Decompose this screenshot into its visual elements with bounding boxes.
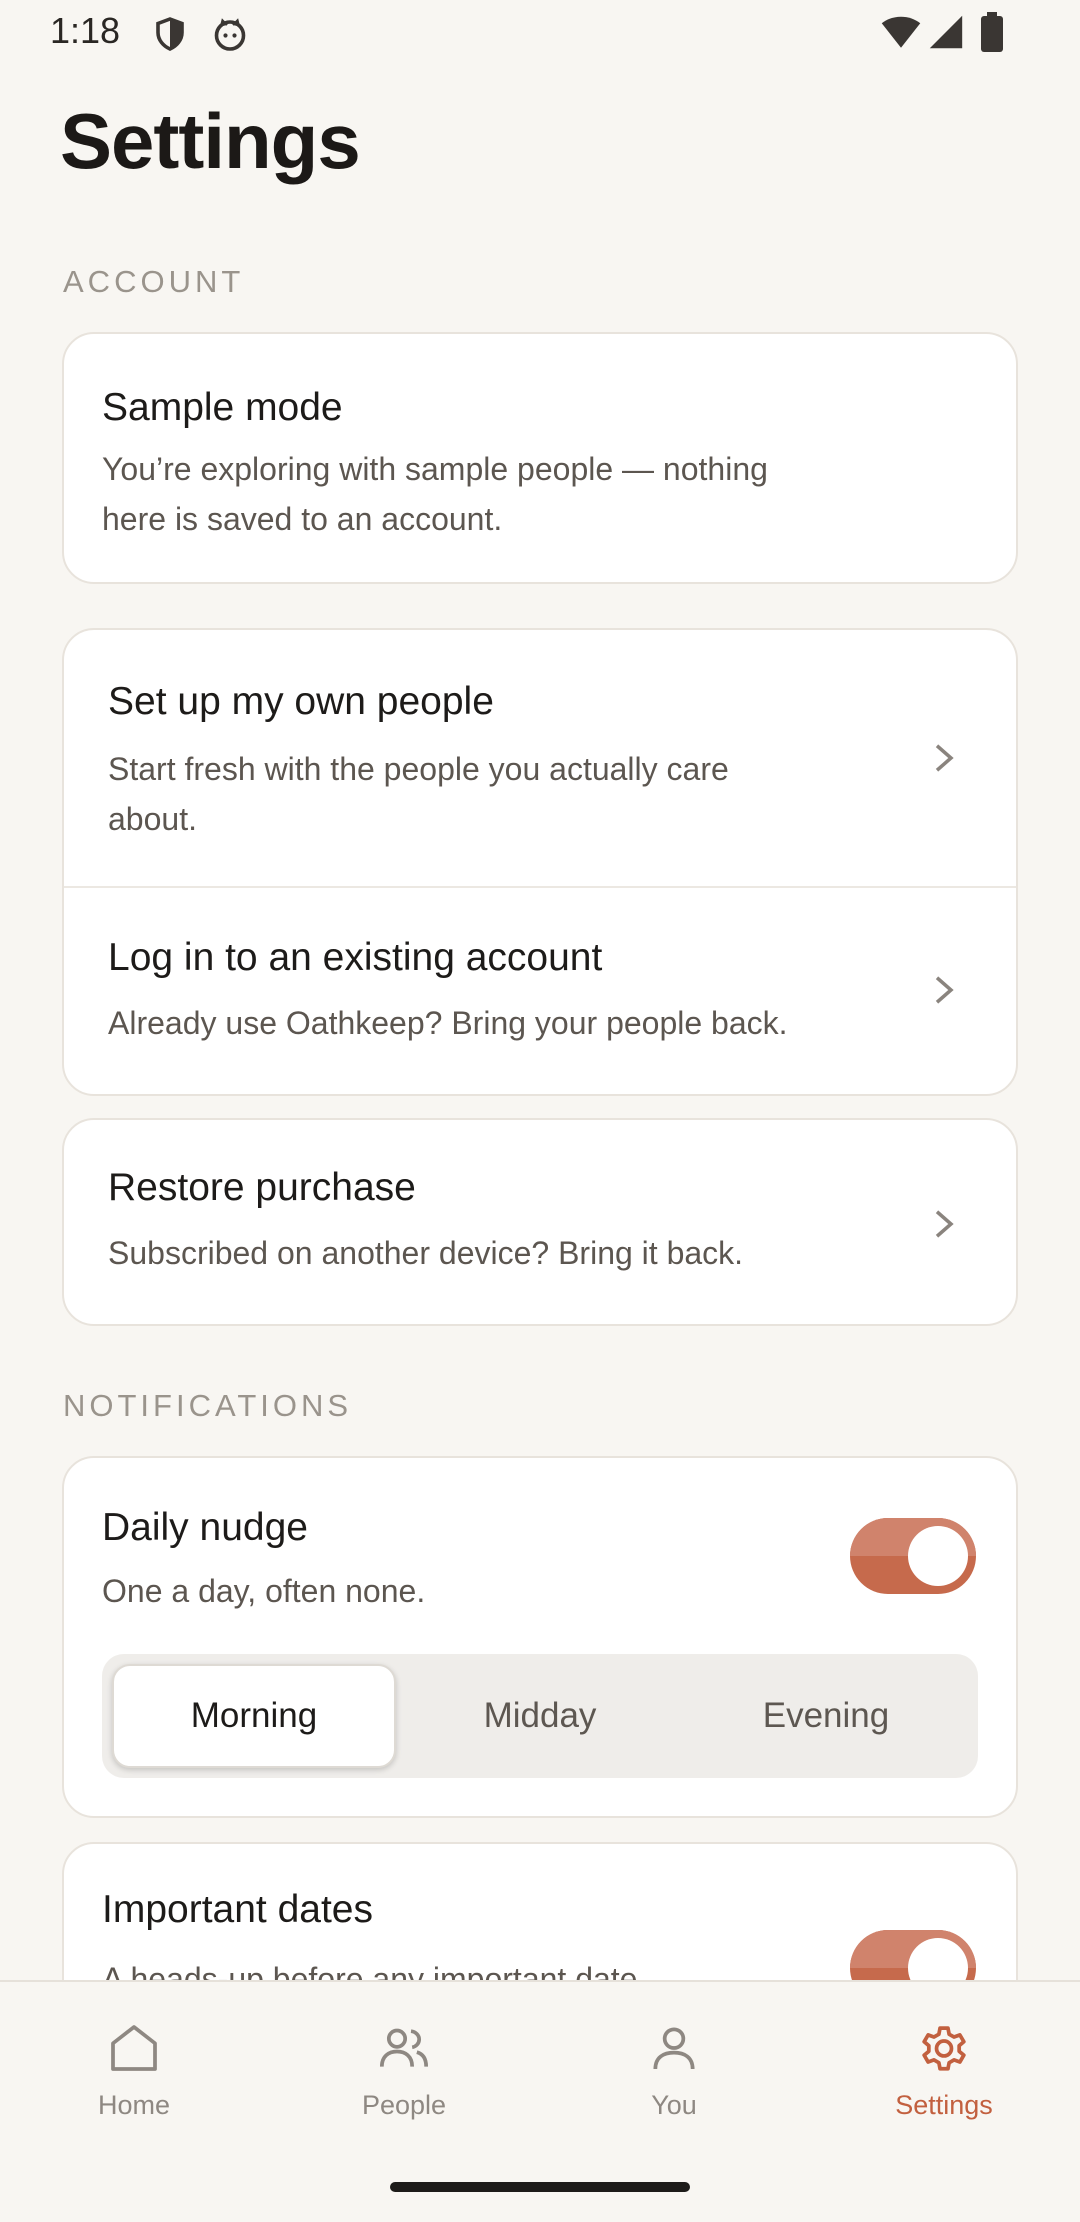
wifi-icon: [881, 16, 921, 48]
daily-nudge-toggle[interactable]: [850, 1518, 976, 1594]
setup-desc-line1: Start fresh with the people you actually…: [108, 751, 729, 787]
login-existing-account-row[interactable]: Log in to an existing account Already us…: [64, 888, 1016, 1094]
daily-nudge-title: Daily nudge: [102, 1506, 308, 1549]
login-desc: Already use Oathkeep? Bring your people …: [108, 1005, 788, 1041]
sample-mode-desc-line2: here is saved to an account.: [102, 501, 503, 537]
shield-icon: [156, 17, 184, 51]
sample-mode-title: Sample mode: [102, 386, 343, 429]
page-title: Settings: [60, 97, 361, 185]
person-icon: [653, 2027, 695, 2070]
status-bar: 1:18: [0, 0, 1080, 64]
nav-home-label: Home: [97, 2090, 171, 2120]
gear-icon: [922, 2026, 966, 2071]
segment-evening[interactable]: Evening: [684, 1664, 968, 1768]
setup-title: Set up my own people: [108, 680, 494, 723]
segment-morning[interactable]: Morning: [112, 1664, 396, 1768]
nudge-time-selector: Morning Midday Evening: [102, 1654, 978, 1778]
important-dates-title: Important dates: [102, 1888, 373, 1931]
restore-purchase-row[interactable]: Restore purchase Subscribed on another d…: [62, 1118, 1018, 1326]
chevron-right-icon: [935, 976, 954, 1004]
status-time: 1:18: [50, 10, 121, 51]
daily-nudge-card: Daily nudge One a day, often none. Morni…: [62, 1456, 1018, 1818]
signal-icon: [929, 15, 963, 49]
section-header-account: ACCOUNT: [63, 264, 245, 299]
sample-mode-desc-line1: You’re exploring with sample people — no…: [102, 451, 768, 487]
toggle-knob: [908, 1526, 968, 1586]
chevron-right-icon: [935, 1210, 954, 1238]
nav-settings[interactable]: Settings: [859, 2020, 1029, 2121]
setup-desc-line2: about.: [108, 801, 197, 837]
restore-title: Restore purchase: [108, 1166, 416, 1209]
home-indicator[interactable]: [390, 2182, 690, 2192]
cat-icon: [214, 18, 246, 51]
home-icon: [111, 2025, 157, 2071]
nav-you[interactable]: You: [589, 2020, 759, 2121]
restore-desc: Subscribed on another device? Bring it b…: [108, 1235, 744, 1271]
nav-people-label: People: [361, 2090, 447, 2120]
nav-people[interactable]: People: [319, 2020, 489, 2121]
nav-settings-label: Settings: [895, 2090, 993, 2120]
login-title: Log in to an existing account: [108, 936, 603, 979]
account-actions-card: Set up my own people Start fresh with th…: [62, 628, 1018, 1096]
battery-icon: [981, 12, 1003, 52]
daily-nudge-desc: One a day, often none.: [102, 1573, 426, 1609]
nav-home[interactable]: Home: [49, 2020, 219, 2121]
people-icon: [379, 2028, 429, 2067]
segment-midday[interactable]: Midday: [398, 1664, 682, 1768]
sample-mode-card: Sample mode You’re exploring with sample…: [62, 332, 1018, 584]
section-header-notifications: NOTIFICATIONS: [63, 1388, 353, 1423]
chevron-right-icon: [935, 744, 954, 772]
nav-you-label: You: [651, 2090, 697, 2120]
setup-own-people-row[interactable]: Set up my own people Start fresh with th…: [64, 630, 1016, 886]
